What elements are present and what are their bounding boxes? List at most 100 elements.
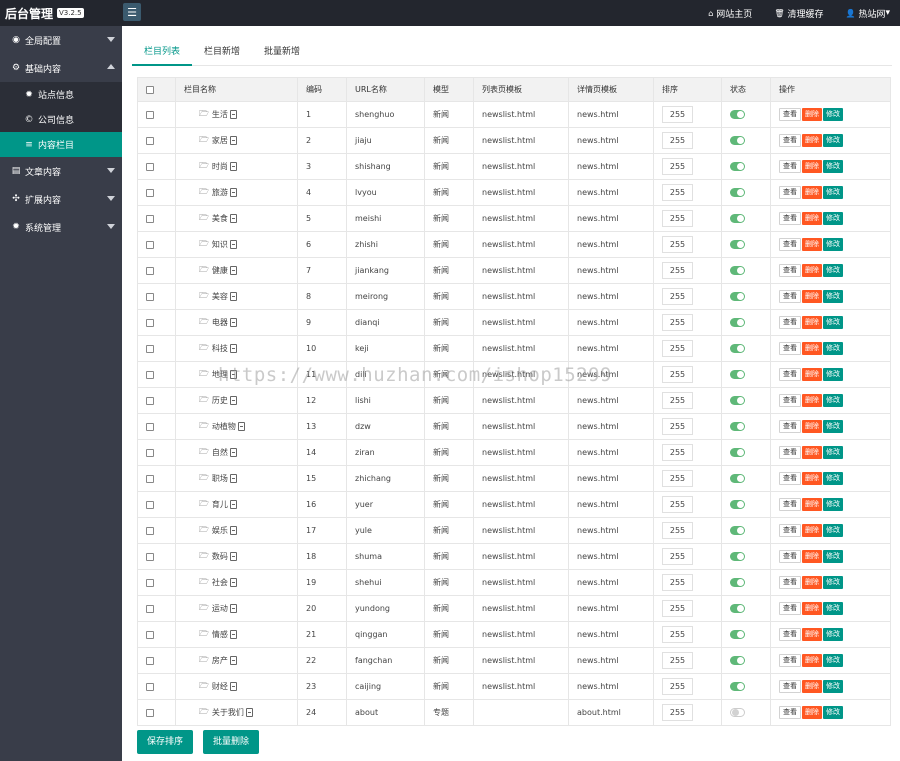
view-button[interactable]: 查看 — [779, 576, 801, 589]
status-toggle[interactable] — [730, 708, 745, 717]
sort-input[interactable]: 255 — [662, 184, 693, 201]
view-button[interactable]: 查看 — [779, 472, 801, 485]
view-button[interactable]: 查看 — [779, 602, 801, 615]
edit-button[interactable]: 修改 — [823, 212, 843, 225]
status-toggle[interactable] — [730, 318, 745, 327]
view-button[interactable]: 查看 — [779, 186, 801, 199]
sidebar-subitem-1[interactable]: © 公司信息 — [0, 107, 122, 132]
delete-button[interactable]: 删除 — [802, 550, 822, 563]
row-checkbox[interactable] — [146, 370, 154, 379]
view-button[interactable]: 查看 — [779, 264, 801, 277]
status-toggle[interactable] — [730, 136, 745, 145]
delete-button[interactable]: 删除 — [802, 342, 822, 355]
row-checkbox[interactable] — [146, 604, 154, 613]
top-link-2[interactable]: 👤 热站网 ▾ — [845, 7, 890, 20]
delete-button[interactable]: 删除 — [802, 316, 822, 329]
row-checkbox[interactable] — [146, 292, 154, 301]
status-toggle[interactable] — [730, 604, 745, 613]
edit-button[interactable]: 修改 — [823, 472, 843, 485]
delete-button[interactable]: 删除 — [802, 134, 822, 147]
row-checkbox[interactable] — [146, 682, 154, 691]
delete-button[interactable]: 删除 — [802, 498, 822, 511]
view-button[interactable]: 查看 — [779, 628, 801, 641]
row-checkbox[interactable] — [146, 656, 154, 665]
row-checkbox[interactable] — [146, 578, 154, 587]
delete-button[interactable]: 删除 — [802, 472, 822, 485]
sort-input[interactable]: 255 — [662, 522, 693, 539]
status-toggle[interactable] — [730, 526, 745, 535]
row-checkbox[interactable] — [146, 474, 154, 483]
status-toggle[interactable] — [730, 110, 745, 119]
sidebar-item-1[interactable]: ⚙ 基础内容 — [0, 54, 122, 82]
sort-input[interactable]: 255 — [662, 704, 693, 721]
view-button[interactable]: 查看 — [779, 680, 801, 693]
edit-button[interactable]: 修改 — [823, 628, 843, 641]
view-button[interactable]: 查看 — [779, 212, 801, 225]
tab-1[interactable]: 栏目新增 — [192, 42, 252, 66]
sort-input[interactable]: 255 — [662, 678, 693, 695]
row-checkbox[interactable] — [146, 110, 154, 119]
delete-button[interactable]: 删除 — [802, 524, 822, 537]
row-checkbox[interactable] — [146, 240, 154, 249]
edit-button[interactable]: 修改 — [823, 290, 843, 303]
sort-input[interactable]: 255 — [662, 626, 693, 643]
sort-input[interactable]: 255 — [662, 262, 693, 279]
edit-button[interactable]: 修改 — [823, 238, 843, 251]
edit-button[interactable]: 修改 — [823, 108, 843, 121]
edit-button[interactable]: 修改 — [823, 134, 843, 147]
sort-input[interactable]: 255 — [662, 340, 693, 357]
sort-input[interactable]: 255 — [662, 470, 693, 487]
status-toggle[interactable] — [730, 630, 745, 639]
row-checkbox[interactable] — [146, 708, 154, 717]
sort-input[interactable]: 255 — [662, 314, 693, 331]
row-checkbox[interactable] — [146, 630, 154, 639]
sort-input[interactable]: 255 — [662, 600, 693, 617]
delete-button[interactable]: 删除 — [802, 238, 822, 251]
sort-input[interactable]: 255 — [662, 574, 693, 591]
sort-input[interactable]: 255 — [662, 158, 693, 175]
delete-button[interactable]: 删除 — [802, 576, 822, 589]
sort-input[interactable]: 255 — [662, 288, 693, 305]
status-toggle[interactable] — [730, 474, 745, 483]
sidebar-subitem-2[interactable]: ≡ 内容栏目 — [0, 132, 122, 157]
delete-button[interactable]: 删除 — [802, 264, 822, 277]
select-all-checkbox[interactable] — [146, 85, 154, 94]
edit-button[interactable]: 修改 — [823, 160, 843, 173]
status-toggle[interactable] — [730, 422, 745, 431]
view-button[interactable]: 查看 — [779, 108, 801, 121]
top-link-1[interactable]: 🗑 清理缓存 — [774, 7, 823, 20]
edit-button[interactable]: 修改 — [823, 394, 843, 407]
status-toggle[interactable] — [730, 188, 745, 197]
sort-input[interactable]: 255 — [662, 548, 693, 565]
sort-input[interactable]: 255 — [662, 210, 693, 227]
view-button[interactable]: 查看 — [779, 134, 801, 147]
row-checkbox[interactable] — [146, 344, 154, 353]
edit-button[interactable]: 修改 — [823, 342, 843, 355]
delete-button[interactable]: 删除 — [802, 108, 822, 121]
status-toggle[interactable] — [730, 552, 745, 561]
tab-0[interactable]: 栏目列表 — [132, 42, 193, 66]
view-button[interactable]: 查看 — [779, 368, 801, 381]
batch-delete-button[interactable]: 批量删除 — [203, 730, 260, 754]
delete-button[interactable]: 删除 — [802, 420, 822, 433]
sidebar-item-4[interactable]: ✹ 系统管理 — [0, 213, 122, 241]
sort-input[interactable]: 255 — [662, 444, 693, 461]
delete-button[interactable]: 删除 — [802, 654, 822, 667]
view-button[interactable]: 查看 — [779, 342, 801, 355]
sidebar-item-3[interactable]: ✣ 扩展内容 — [0, 185, 122, 213]
status-toggle[interactable] — [730, 500, 745, 509]
view-button[interactable]: 查看 — [779, 160, 801, 173]
delete-button[interactable]: 删除 — [802, 160, 822, 173]
status-toggle[interactable] — [730, 162, 745, 171]
delete-button[interactable]: 删除 — [802, 212, 822, 225]
row-checkbox[interactable] — [146, 422, 154, 431]
delete-button[interactable]: 删除 — [802, 394, 822, 407]
edit-button[interactable]: 修改 — [823, 316, 843, 329]
status-toggle[interactable] — [730, 682, 745, 691]
view-button[interactable]: 查看 — [779, 316, 801, 329]
status-toggle[interactable] — [730, 396, 745, 405]
status-toggle[interactable] — [730, 266, 745, 275]
row-checkbox[interactable] — [146, 162, 154, 171]
edit-button[interactable]: 修改 — [823, 264, 843, 277]
view-button[interactable]: 查看 — [779, 654, 801, 667]
